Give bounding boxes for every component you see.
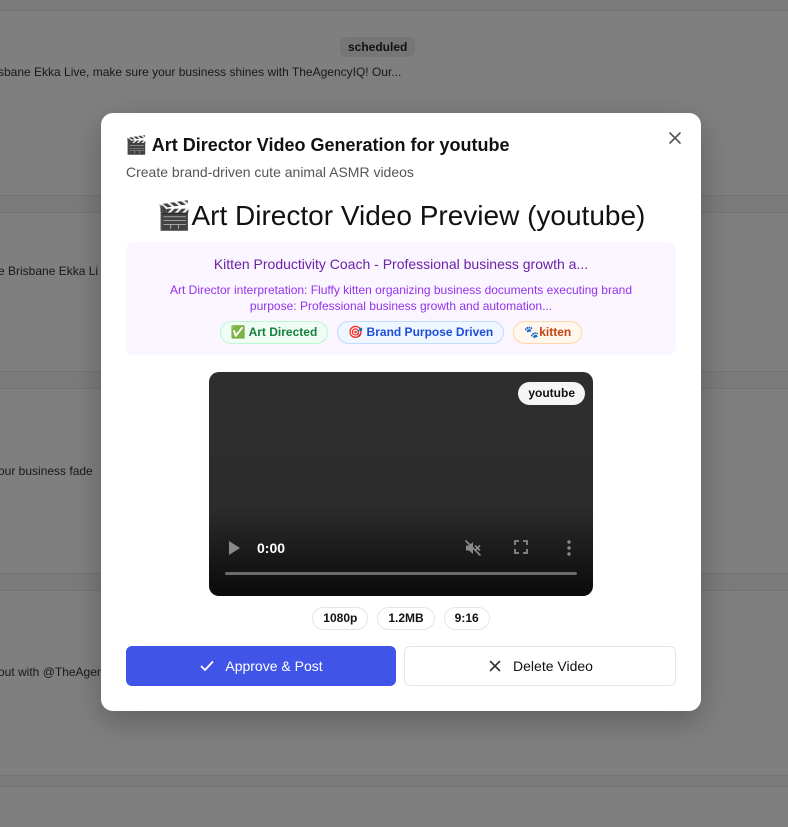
mute-icon[interactable] (464, 539, 482, 557)
brand-purpose-badge: 🎯 Brand Purpose Driven (337, 321, 505, 344)
delete-video-button[interactable]: Delete Video (404, 646, 676, 686)
tag-list: ✅ Art Directed 🎯 Brand Purpose Driven 🐾k… (126, 321, 676, 344)
play-icon[interactable] (228, 540, 242, 556)
close-icon[interactable] (667, 130, 683, 146)
video-generation-modal: 🎬 Art Director Video Generation for yout… (101, 113, 701, 711)
platform-badge: youtube (518, 382, 585, 405)
approve-post-label: Approve & Post (225, 658, 323, 674)
modal-title: 🎬 Art Director Video Generation for yout… (125, 135, 510, 155)
video-progress-bar[interactable] (225, 572, 577, 575)
video-controls: 0:00 (209, 532, 593, 596)
aspect-ratio-badge: 9:16 (443, 607, 490, 630)
modal-subtitle: Create brand-driven cute animal ASMR vid… (126, 164, 414, 180)
check-icon (199, 658, 215, 674)
approve-post-button[interactable]: Approve & Post (126, 646, 396, 686)
delete-video-label: Delete Video (513, 658, 593, 674)
video-meta-list: 1080p 1.2MB 9:16 (101, 607, 701, 630)
close-icon (487, 658, 503, 674)
file-size-badge: 1.2MB (377, 607, 435, 630)
art-director-info-card: Kitten Productivity Coach - Professional… (126, 242, 676, 355)
video-player[interactable]: youtube 0:00 (209, 372, 593, 596)
concept-title: Kitten Productivity Coach - Professional… (213, 256, 589, 272)
animal-badge: 🐾kitten (513, 321, 583, 344)
fullscreen-icon[interactable] (514, 540, 528, 554)
art-directed-badge: ✅ Art Directed (219, 321, 329, 344)
concept-description: Art Director interpretation: Fluffy kitt… (169, 283, 633, 313)
resolution-badge: 1080p (312, 607, 369, 630)
video-time: 0:00 (257, 540, 286, 556)
more-options-icon[interactable] (566, 539, 572, 557)
preview-heading: 🎬Art Director Video Preview (youtube) (156, 200, 646, 231)
